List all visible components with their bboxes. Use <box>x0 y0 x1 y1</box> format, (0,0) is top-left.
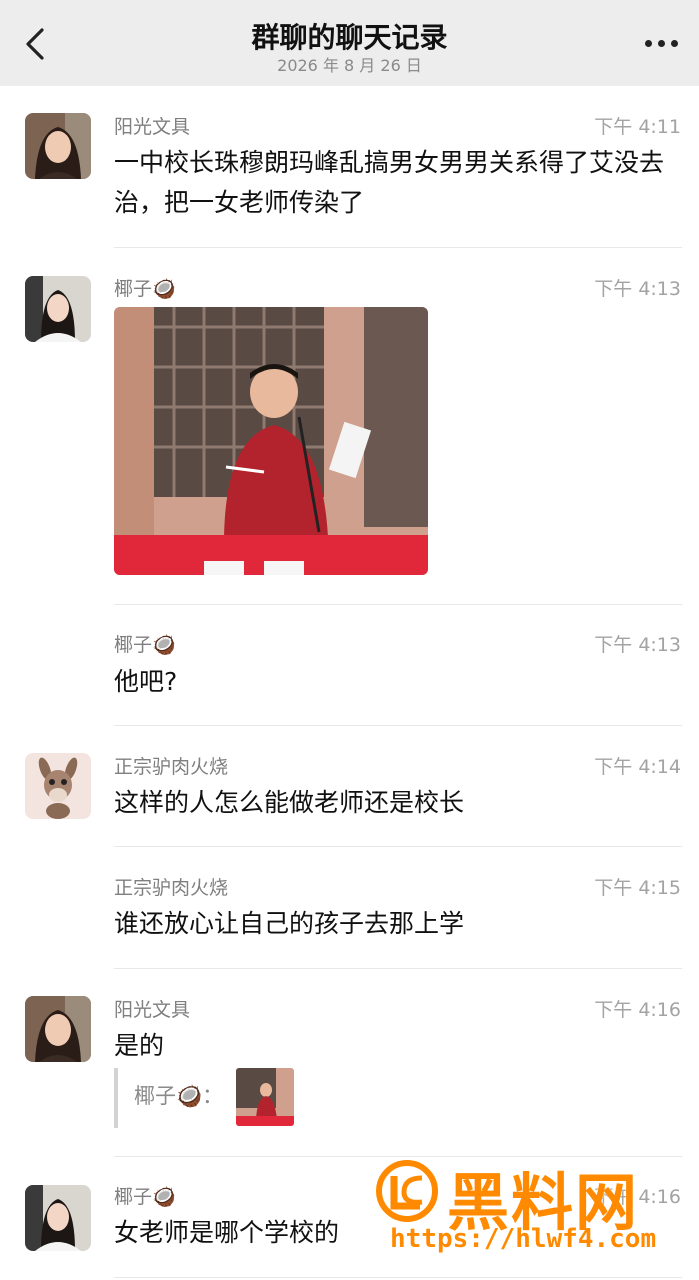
sender-name: 椰子🥥 <box>114 1186 176 1208</box>
message-text[interactable]: 一中校长珠穆朗玛峰乱搞男女男男关系得了艾没去治，把一女老师传染了 <box>114 143 669 223</box>
message-time: 下午 4:11 <box>594 116 681 138</box>
message-time: 下午 4:13 <box>594 634 681 656</box>
message-time: 下午 4:13 <box>594 278 681 300</box>
message-time: 下午 4:14 <box>594 756 681 778</box>
message-time: 下午 4:16 <box>594 999 681 1021</box>
quoted-image-thumbnail[interactable] <box>236 1068 294 1126</box>
sender-name: 椰子🥥 <box>114 278 176 300</box>
message-text[interactable]: 是的 <box>114 1026 674 1066</box>
divider <box>114 846 682 847</box>
divider <box>114 604 682 605</box>
avatar[interactable] <box>25 276 91 342</box>
watermark-logo-icon <box>376 1160 438 1222</box>
message-text[interactable]: 谁还放心让自己的孩子去那上学 <box>114 904 674 944</box>
quoted-sender: 椰子🥥： <box>134 1084 224 1108</box>
message-text[interactable]: 他吧? <box>114 662 674 702</box>
message-image[interactable] <box>114 307 428 575</box>
avatar[interactable] <box>25 113 91 179</box>
sender-name: 阳光文具 <box>114 999 191 1021</box>
sender-name: 椰子🥥 <box>114 634 176 656</box>
message-time: 下午 4:15 <box>594 877 681 899</box>
divider <box>114 968 682 969</box>
avatar[interactable] <box>25 753 91 819</box>
watermark: 黑料网 https://hlwf4.com <box>372 1152 692 1262</box>
avatar[interactable] <box>25 1185 91 1251</box>
sender-name: 正宗驴肉火烧 <box>114 877 229 899</box>
sender-name: 正宗驴肉火烧 <box>114 756 229 778</box>
page-title: 群聊的聊天记录 <box>251 21 448 54</box>
quoted-message[interactable]: 椰子🥥： <box>114 1068 314 1128</box>
nav-bar: 群聊的聊天记录 2026 年 8 月 26 日 <box>0 0 699 86</box>
message-text[interactable]: 这样的人怎么能做老师还是校长 <box>114 783 674 823</box>
divider <box>114 1277 682 1278</box>
watermark-url: https://hlwf4.com <box>390 1224 657 1254</box>
more-icon[interactable] <box>643 36 679 50</box>
page-date: 2026 年 8 月 26 日 <box>277 56 422 75</box>
avatar[interactable] <box>25 996 91 1062</box>
divider <box>114 247 682 248</box>
divider <box>114 725 682 726</box>
sender-name: 阳光文具 <box>114 116 191 138</box>
